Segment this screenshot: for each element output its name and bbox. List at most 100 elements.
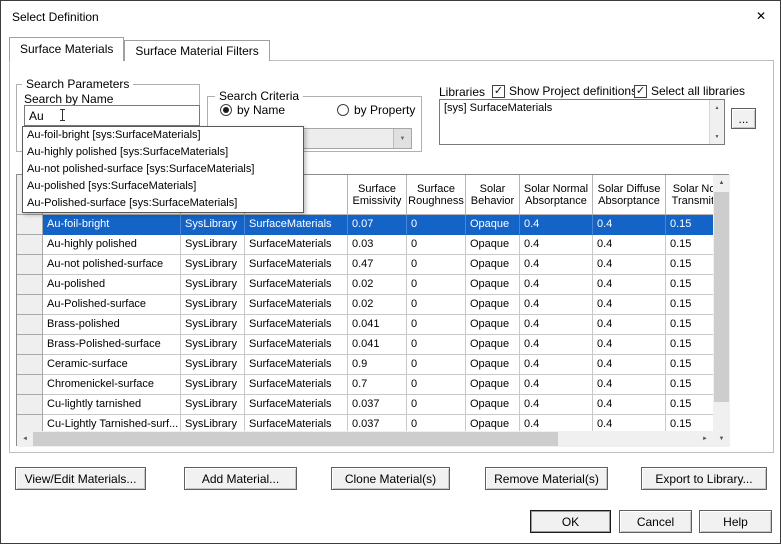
cell-category[interactable]: SurfaceMaterials [245, 395, 348, 415]
autocomplete-item[interactable]: Au-Polished-surface [sys:SurfaceMaterial… [23, 195, 303, 212]
cell-roughness[interactable]: 0 [407, 215, 466, 235]
cell-behavior[interactable]: Opaque [466, 215, 520, 235]
cell-behavior[interactable]: Opaque [466, 375, 520, 395]
cell-diffuse_absorptance[interactable]: 0.4 [593, 255, 666, 275]
table-row[interactable]: Au-highly polished SysLibrary SurfaceMater… [17, 235, 713, 255]
radio-by-property[interactable]: by Property [337, 103, 415, 117]
cell-emissivity[interactable]: 0.47 [348, 255, 407, 275]
scroll-up-icon[interactable]: ▲ [713, 175, 730, 191]
cell-category[interactable]: SurfaceMaterials [245, 295, 348, 315]
column-header-behavior[interactable]: Solar Behavior [466, 175, 520, 215]
scroll-right-icon[interactable]: ► [697, 431, 713, 447]
cell-roughness[interactable]: 0 [407, 275, 466, 295]
vertical-scrollbar[interactable]: ▲ ▼ [713, 175, 730, 447]
cell-diffuse_absorptance[interactable]: 0.4 [593, 335, 666, 355]
cell-category[interactable]: SurfaceMaterials [245, 235, 348, 255]
cell-roughness[interactable]: 0 [407, 395, 466, 415]
cell-name[interactable]: Brass-Polished-surface [43, 335, 181, 355]
tab-surface-material-filters[interactable]: Surface Material Filters [124, 40, 270, 61]
cell-emissivity[interactable]: 0.02 [348, 275, 407, 295]
row-header-cell[interactable] [17, 415, 43, 431]
cell-category[interactable]: SurfaceMaterials [245, 335, 348, 355]
libraries-list-scrollbar[interactable]: ▲ ▼ [709, 100, 724, 144]
cell-normal_transmittance[interactable]: 0.15 [666, 215, 713, 235]
cell-diffuse_absorptance[interactable]: 0.4 [593, 415, 666, 431]
cell-category[interactable]: SurfaceMaterials [245, 215, 348, 235]
table-row[interactable]: Au-foil-bright SysLibrary SurfaceMaterials… [17, 215, 713, 235]
cell-emissivity[interactable]: 0.041 [348, 315, 407, 335]
cell-library[interactable]: SysLibrary [181, 235, 245, 255]
cell-diffuse_absorptance[interactable]: 0.4 [593, 395, 666, 415]
cell-category[interactable]: SurfaceMaterials [245, 415, 348, 431]
table-row[interactable]: Au-polished SysLibrary SurfaceMaterials 0.0… [17, 275, 713, 295]
column-header-normal_absorptance[interactable]: Solar Normal Absorptance [520, 175, 593, 215]
cell-name[interactable]: Ceramic-surface [43, 355, 181, 375]
cell-normal_absorptance[interactable]: 0.4 [520, 375, 593, 395]
cell-emissivity[interactable]: 0.7 [348, 375, 407, 395]
scroll-down-icon[interactable]: ▼ [713, 431, 730, 447]
cell-category[interactable]: SurfaceMaterials [245, 255, 348, 275]
cell-normal_absorptance[interactable]: 0.4 [520, 215, 593, 235]
cell-library[interactable]: SysLibrary [181, 215, 245, 235]
checkbox-show-project-definitions[interactable]: ✓ Show Project definitions [492, 84, 637, 98]
cell-name[interactable]: Au-not polished-surface [43, 255, 181, 275]
table-row[interactable]: Chromenickel-surface SysLibrary SurfaceMat… [17, 375, 713, 395]
horizontal-scrollbar[interactable]: ◄ ► [17, 431, 713, 447]
close-icon[interactable]: ✕ [756, 9, 766, 23]
cell-library[interactable]: SysLibrary [181, 415, 245, 431]
cell-library[interactable]: SysLibrary [181, 375, 245, 395]
cell-diffuse_absorptance[interactable]: 0.4 [593, 375, 666, 395]
cell-behavior[interactable]: Opaque [466, 235, 520, 255]
row-header-cell[interactable] [17, 315, 43, 335]
cell-emissivity[interactable]: 0.07 [348, 215, 407, 235]
cell-behavior[interactable]: Opaque [466, 295, 520, 315]
cell-normal_transmittance[interactable]: 0.15 [666, 395, 713, 415]
cell-behavior[interactable]: Opaque [466, 395, 520, 415]
cell-name[interactable]: Cu-Lightly Tarnished-surf... [43, 415, 181, 431]
cell-normal_transmittance[interactable]: 0.15 [666, 315, 713, 335]
row-header-cell[interactable] [17, 275, 43, 295]
column-header-roughness[interactable]: Surface Roughness [407, 175, 466, 215]
autocomplete-item[interactable]: Au-polished [sys:SurfaceMaterials] [23, 178, 303, 195]
cell-behavior[interactable]: Opaque [466, 315, 520, 335]
cell-normal_absorptance[interactable]: 0.4 [520, 335, 593, 355]
cell-emissivity[interactable]: 0.037 [348, 395, 407, 415]
cell-name[interactable]: Cu-lightly tarnished [43, 395, 181, 415]
cell-normal_absorptance[interactable]: 0.4 [520, 255, 593, 275]
cell-library[interactable]: SysLibrary [181, 355, 245, 375]
table-row[interactable]: Cu-lightly tarnished SysLibrary SurfaceMat… [17, 395, 713, 415]
cell-name[interactable]: Au-Polished-surface [43, 295, 181, 315]
cell-category[interactable]: SurfaceMaterials [245, 375, 348, 395]
cell-name[interactable]: Chromenickel-surface [43, 375, 181, 395]
view-edit-materials-button[interactable]: View/Edit Materials... [15, 467, 146, 490]
search-input[interactable] [24, 105, 200, 126]
row-header-cell[interactable] [17, 375, 43, 395]
cell-category[interactable]: SurfaceMaterials [245, 355, 348, 375]
radio-by-name[interactable]: by Name [220, 103, 285, 117]
cell-behavior[interactable]: Opaque [466, 275, 520, 295]
cell-emissivity[interactable]: 0.041 [348, 335, 407, 355]
cell-library[interactable]: SysLibrary [181, 395, 245, 415]
cell-library[interactable]: SysLibrary [181, 315, 245, 335]
horizontal-scrollbar-thumb[interactable] [33, 432, 558, 446]
table-row[interactable]: Brass-polished SysLibrary SurfaceMaterials… [17, 315, 713, 335]
cell-normal_transmittance[interactable]: 0.15 [666, 375, 713, 395]
column-header-diffuse_absorptance[interactable]: Solar Diffuse Absorptance [593, 175, 666, 215]
combo-dropdown-icon[interactable]: ▼ [393, 129, 411, 148]
cell-roughness[interactable]: 0 [407, 255, 466, 275]
cell-normal_absorptance[interactable]: 0.4 [520, 415, 593, 431]
libraries-list[interactable]: [sys] SurfaceMaterials ▲ ▼ [439, 99, 725, 145]
cell-normal_absorptance[interactable]: 0.4 [520, 355, 593, 375]
cell-roughness[interactable]: 0 [407, 295, 466, 315]
cell-normal_transmittance[interactable]: 0.15 [666, 355, 713, 375]
row-header-cell[interactable] [17, 335, 43, 355]
cell-normal_transmittance[interactable]: 0.15 [666, 415, 713, 431]
cell-emissivity[interactable]: 0.037 [348, 415, 407, 431]
scroll-down-icon[interactable]: ▼ [710, 130, 724, 143]
cell-normal_transmittance[interactable]: 0.15 [666, 235, 713, 255]
cell-diffuse_absorptance[interactable]: 0.4 [593, 235, 666, 255]
cell-name[interactable]: Au-highly polished [43, 235, 181, 255]
cell-roughness[interactable]: 0 [407, 315, 466, 335]
cell-emissivity[interactable]: 0.02 [348, 295, 407, 315]
cell-library[interactable]: SysLibrary [181, 295, 245, 315]
